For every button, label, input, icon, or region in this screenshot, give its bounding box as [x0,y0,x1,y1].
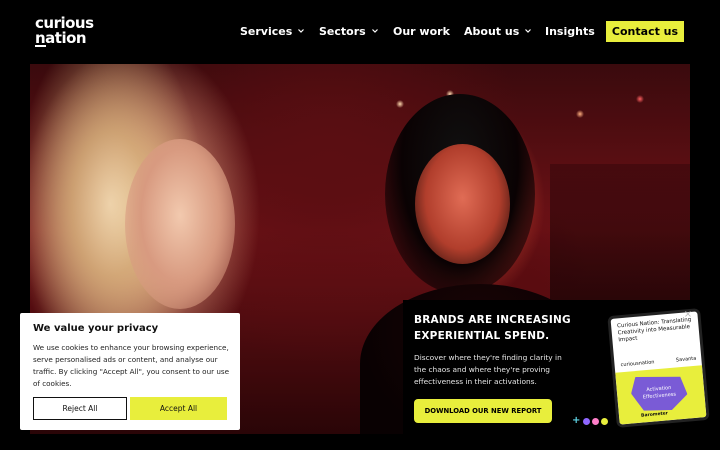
site-header: curious nation Services Sectors Our work… [0,0,720,62]
tablet-brand-right: Savanta [675,355,697,364]
nav-insights[interactable]: Insights [545,22,595,40]
woman-dark-face [415,144,510,264]
cookie-text: We use cookies to enhance your browsing … [33,343,230,388]
brand-dots: + [572,415,609,426]
nav-sectors[interactable]: Sectors [319,22,379,40]
nav-our-work[interactable]: Our work [393,22,450,40]
tablet-graphic-label: Activation Effectiveness [642,384,677,401]
tablet-graphic: Activation Effectiveness Barometer [615,365,707,425]
contact-us-button[interactable]: Contact us [606,21,684,42]
report-text: Discover where they're finding clarity i… [414,353,562,386]
nav-our-work-label: Our work [393,24,450,38]
reject-all-button[interactable]: Reject All [33,397,127,420]
chevron-down-icon [525,29,532,33]
nav-sectors-label: Sectors [319,24,366,38]
dot-yellow [601,417,609,425]
tablet-title: Curious Nation: Translating Creativity i… [616,316,692,344]
dot-pink [592,417,600,425]
curious-nation-logo[interactable]: curious nation [35,15,99,49]
plus-icon: + [572,415,581,426]
cookie-title: We value your privacy [33,323,159,334]
dot-purple [583,417,591,425]
chevron-down-icon [371,29,378,33]
nav-about-us[interactable]: About us [464,22,532,40]
nav-services[interactable]: Services [240,22,305,40]
tablet-brand-left: curiousnation [620,359,655,369]
tablet-hex-shape: Activation Effectiveness [630,373,689,414]
nav-insights-label: Insights [545,24,595,38]
accept-all-button[interactable]: Accept All [130,397,227,420]
report-promo-popup: BRANDS ARE INCREASING EXPERIENTIAL SPEND… [403,300,710,437]
logo-underscore [35,45,46,47]
logo-line-2: nation [35,29,87,47]
tablet-screen: Curious Nation: Translating Creativity i… [610,311,707,425]
report-tablet-image: Curious Nation: Translating Creativity i… [607,308,710,428]
nav-about-us-label: About us [464,24,520,38]
woman-blonde-face [125,139,235,309]
download-report-button[interactable]: DOWNLOAD OUR NEW REPORT [414,399,552,423]
report-title: BRANDS ARE INCREASING EXPERIENTIAL SPEND… [414,314,571,342]
nav-services-label: Services [240,24,293,38]
tablet-barometer-label: Barometer [640,411,669,419]
close-icon[interactable]: × [683,310,693,320]
chevron-down-icon [298,29,305,33]
cookie-consent-banner: We value your privacy We use cookies to … [20,313,240,430]
